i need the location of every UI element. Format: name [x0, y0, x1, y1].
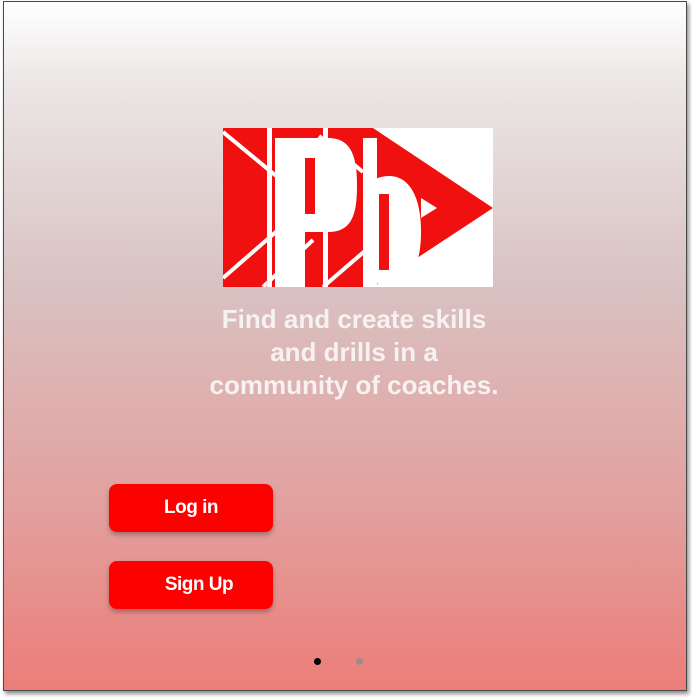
page-dot-2[interactable]: [356, 657, 363, 665]
app-logo: [223, 128, 493, 287]
signup-button[interactable]: Sign Up: [109, 561, 273, 609]
app-screen: Find and create skills and drills in a c…: [3, 1, 687, 691]
login-button-label: Log in: [164, 497, 218, 518]
app-tagline: Find and create skills and drills in a c…: [209, 304, 499, 400]
page-indicator: [314, 656, 363, 666]
login-button[interactable]: Log in: [109, 484, 273, 532]
signup-button-label: Sign Up: [164, 574, 234, 595]
page-dot-1-active[interactable]: [314, 657, 321, 665]
